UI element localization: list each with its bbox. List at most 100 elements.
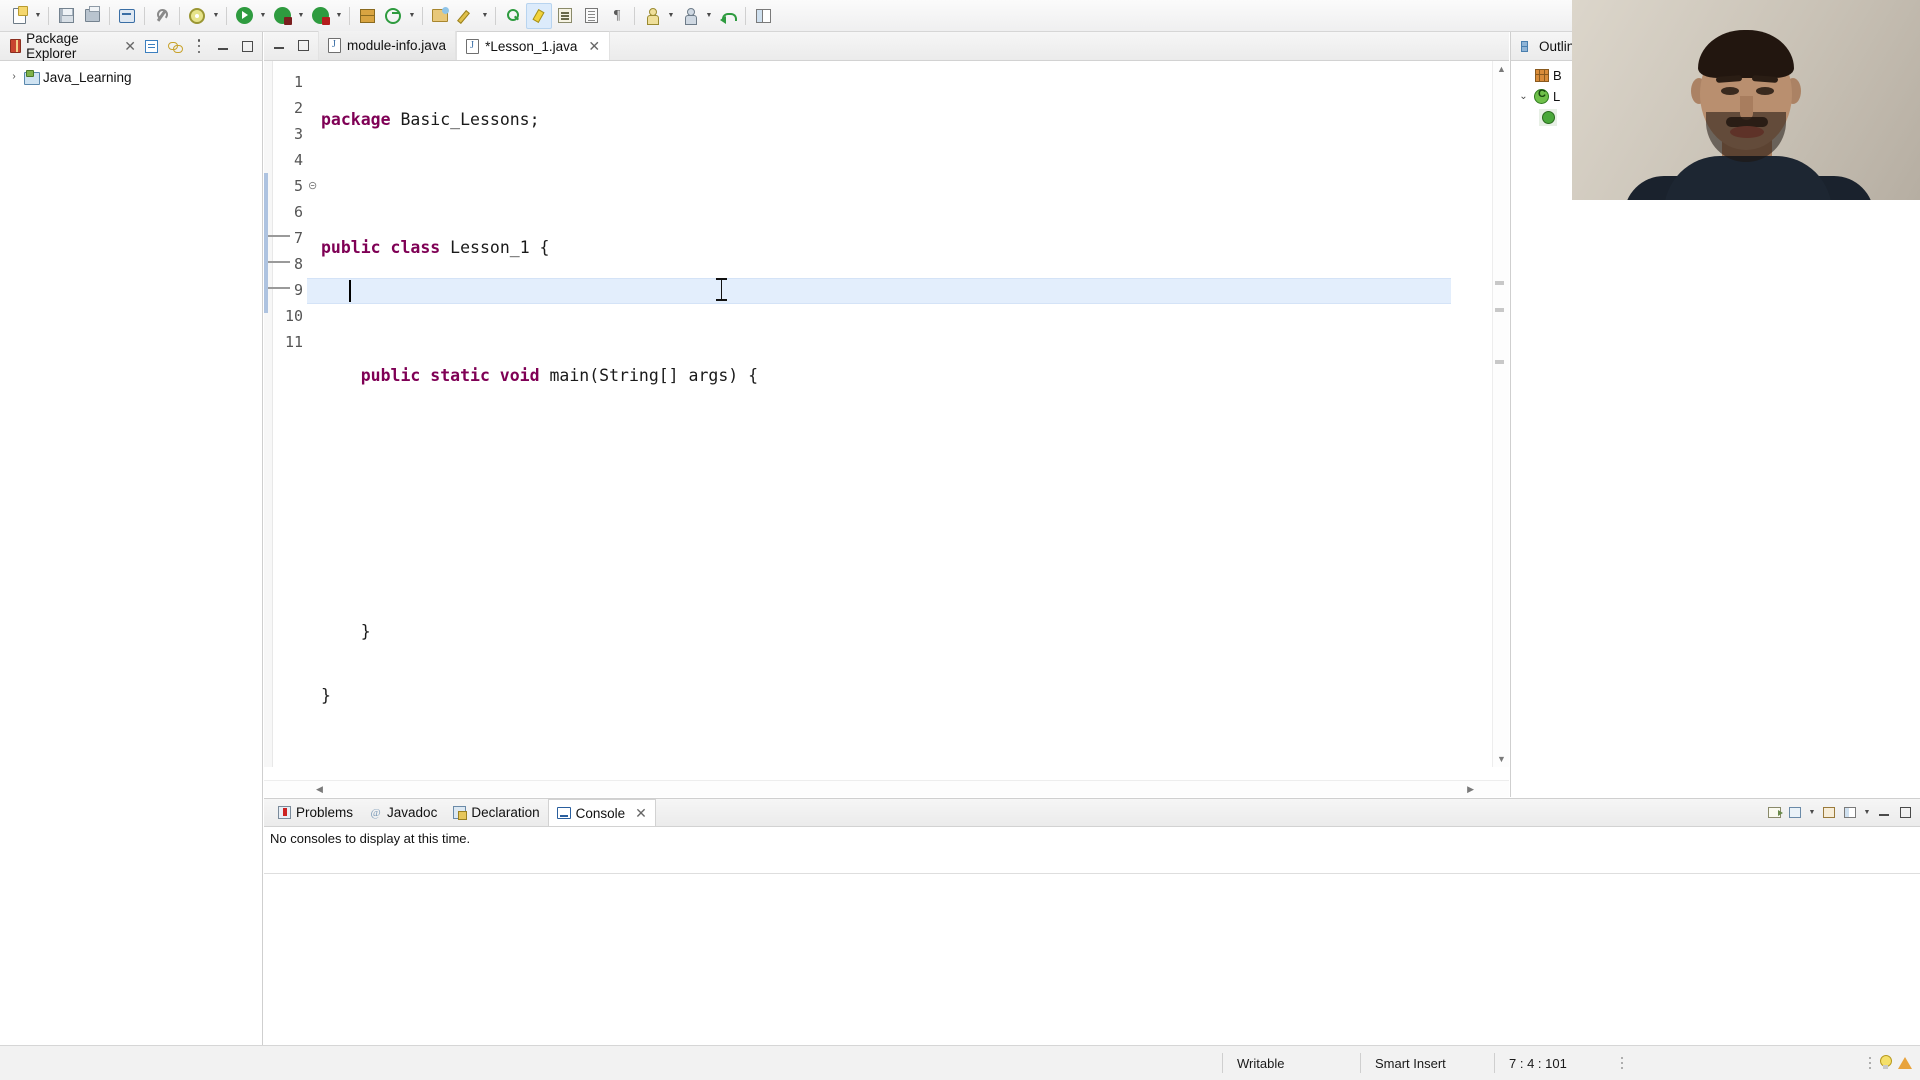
overview-ruler-mark <box>1495 360 1504 364</box>
scroll-lock-dropdown[interactable]: ▼ <box>1806 800 1818 826</box>
keyword-token: package <box>321 110 391 129</box>
display-console-dropdown[interactable]: ▼ <box>1861 800 1873 826</box>
status-resize-grip[interactable] <box>1868 1055 1872 1071</box>
external-tools-button[interactable] <box>184 3 210 29</box>
keyword-token: public static void <box>321 366 540 385</box>
print-button[interactable] <box>79 3 105 29</box>
debug-dropdown[interactable]: ▼ <box>295 3 307 29</box>
java-file-icon <box>328 38 341 53</box>
code-text[interactable]: package Basic_Lessons; public class Less… <box>321 61 1451 767</box>
code-token: main(String[] args) { <box>539 366 759 385</box>
view-menu-icon <box>197 39 201 53</box>
close-icon[interactable]: ✕ <box>635 806 647 820</box>
console-tab-label: Console <box>575 805 626 821</box>
build-all-button[interactable] <box>149 3 175 29</box>
quick-fix-bulb-icon[interactable] <box>1878 1055 1892 1071</box>
run-dropdown[interactable]: ▼ <box>257 3 269 29</box>
display-selected-console-button[interactable] <box>1840 803 1860 823</box>
person-yellow-icon <box>645 7 659 25</box>
scroll-left-icon[interactable]: ◀ <box>316 784 323 795</box>
search-button[interactable] <box>453 3 479 29</box>
editor-vertical-scrollbar[interactable]: ▲ ▼ <box>1492 61 1509 767</box>
java-class-circle-icon <box>385 7 401 24</box>
tab-console[interactable]: Console ✕ <box>547 799 656 826</box>
editor-horizontal-scrollbar[interactable]: ◀ ▶ <box>264 780 1509 797</box>
open-perspective-button[interactable] <box>750 3 776 29</box>
editor-tab-module-info[interactable]: module-info.java <box>318 31 457 60</box>
maximize-editor-button[interactable] <box>292 35 314 57</box>
console-tab-label: Problems <box>296 805 354 820</box>
maximize-console-button[interactable] <box>1895 803 1915 823</box>
minimize-view-button[interactable] <box>212 35 234 57</box>
console-tabbar: Problems @ Javadoc Declaration Console ✕… <box>264 799 1920 827</box>
print-icon <box>84 6 100 22</box>
new-wizard-button[interactable] <box>6 3 32 29</box>
declaration-icon <box>453 806 468 820</box>
previous-annotation-button[interactable] <box>578 3 604 29</box>
tab-javadoc[interactable]: @ Javadoc <box>361 799 445 826</box>
clear-console-icon <box>1767 807 1783 818</box>
package-declaration-icon <box>1535 69 1549 82</box>
package-icon <box>359 8 375 23</box>
status-resize-grip[interactable] <box>1620 1055 1624 1071</box>
pin-console-button[interactable] <box>1819 803 1839 823</box>
new-java-package-button[interactable] <box>354 3 380 29</box>
scroll-down-icon[interactable]: ▼ <box>1497 754 1506 764</box>
last-edit-location-button[interactable] <box>639 3 665 29</box>
text-caret <box>349 280 351 302</box>
new-java-class-dropdown[interactable]: ▼ <box>406 3 418 29</box>
folding-ruler[interactable]: ⊝ <box>264 61 321 767</box>
show-whitespace-button[interactable]: ¶ <box>604 3 630 29</box>
package-explorer-icon <box>10 39 22 53</box>
search-dropdown[interactable]: ▼ <box>479 3 491 29</box>
coverage-dropdown[interactable]: ▼ <box>333 3 345 29</box>
external-tools-dropdown[interactable]: ▼ <box>210 3 222 29</box>
annotation-ruler[interactable] <box>264 61 273 767</box>
chevron-down-icon[interactable]: ⌄ <box>1517 91 1530 102</box>
last-edit-dropdown[interactable]: ▼ <box>665 3 677 29</box>
collapse-method-icon[interactable]: ⊝ <box>308 173 317 199</box>
toolbar-separator <box>422 6 423 25</box>
open-type-button[interactable] <box>427 3 453 29</box>
view-menu-button[interactable] <box>188 35 210 57</box>
back-navigation-dropdown[interactable]: ▼ <box>703 3 715 29</box>
code-editor[interactable]: 1 2 3 4 5 6 7 8 9 10 11 ⊝ package Basic_… <box>264 61 1509 797</box>
maximize-view-button[interactable] <box>236 35 258 57</box>
next-annotation-button[interactable] <box>552 3 578 29</box>
new-wizard-dropdown[interactable]: ▼ <box>32 3 44 29</box>
editor-tab-lesson-1[interactable]: *Lesson_1.java ✕ <box>456 31 611 60</box>
tree-item-label: Java_Learning <box>43 69 132 85</box>
tab-problems[interactable]: Problems <box>270 799 361 826</box>
overview-ruler-mark <box>1495 281 1504 285</box>
forward-navigation-button[interactable] <box>715 3 741 29</box>
code-token: Basic_Lessons; <box>390 110 540 129</box>
scroll-up-icon[interactable]: ▲ <box>1497 64 1506 74</box>
scroll-lock-button[interactable] <box>1785 803 1805 823</box>
chevron-right-icon[interactable]: › <box>8 72 20 82</box>
back-navigation-button[interactable] <box>677 3 703 29</box>
scroll-right-icon[interactable]: ▶ <box>1467 784 1474 795</box>
save-button[interactable] <box>53 3 79 29</box>
toggle-mark-occurrences-button[interactable] <box>526 2 552 29</box>
clear-console-button[interactable] <box>1764 803 1784 823</box>
coverage-button[interactable] <box>307 3 333 29</box>
open-task-button[interactable] <box>500 3 526 29</box>
open-terminal-button[interactable] <box>114 3 140 29</box>
run-button[interactable] <box>231 3 257 29</box>
pin-console-icon <box>1823 807 1835 818</box>
eclipse-ide-window: ▼ ▼ ▼ ▼ ▼ ▼ ▼ ¶ ▼ ▼ Package Explorer ✕ ›… <box>0 0 1920 1080</box>
console-output[interactable]: No consoles to display at this time. <box>264 827 1920 1046</box>
warning-icon[interactable] <box>1898 1056 1912 1070</box>
minimize-console-button[interactable] <box>1874 803 1894 823</box>
debug-button[interactable] <box>269 3 295 29</box>
restore-editor-button[interactable] <box>268 35 290 57</box>
tree-item-java-learning[interactable]: › Java_Learning <box>0 66 262 88</box>
close-icon[interactable]: ✕ <box>588 39 600 53</box>
tab-package-explorer[interactable]: Package Explorer ✕ <box>6 31 140 61</box>
link-with-editor-button[interactable] <box>164 35 186 57</box>
collapse-all-button[interactable] <box>140 35 162 57</box>
tab-declaration[interactable]: Declaration <box>445 799 547 826</box>
new-java-class-button[interactable] <box>380 3 406 29</box>
close-icon[interactable]: ✕ <box>124 39 136 53</box>
